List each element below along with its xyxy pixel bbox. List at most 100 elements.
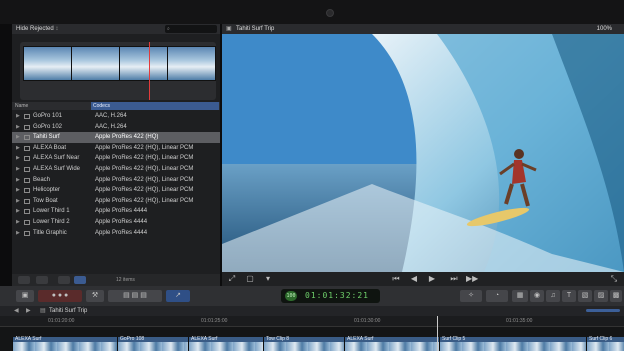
skimmer-playhead[interactable]	[149, 42, 150, 100]
clip-codec: AAC, H.264	[95, 113, 127, 119]
timeline-ruler[interactable]: 01:01:20:00 01:01:25:00 01:01:30:00 01:0…	[0, 316, 624, 327]
list-item[interactable]: ▶ Tow Boat Apple ProRes 422 (HQ), Linear P…	[12, 196, 220, 207]
disclosure-triangle-icon[interactable]: ▶	[16, 228, 20, 239]
filter-dropdown[interactable]: Hide Rejected ↕	[16, 24, 58, 34]
list-item[interactable]: ▶ Lower Third 2 Apple ProRes 4444	[12, 217, 220, 228]
timecode-display[interactable]: 100 01:01:32:21	[281, 289, 380, 303]
ruler-mark: 01:01:35:00	[506, 318, 533, 324]
clip-appearance-button[interactable]	[18, 276, 30, 284]
fullscreen-icon[interactable]: ⤡	[608, 274, 620, 284]
disclosure-triangle-icon[interactable]: ▶	[16, 175, 20, 186]
keyword-button[interactable]: ● ● ●	[38, 290, 82, 302]
previous-frame-icon[interactable]: ⏮	[390, 274, 402, 284]
next-frame-icon[interactable]: ⏭	[448, 274, 460, 284]
clip-name: ALEXA Boat	[33, 144, 67, 151]
list-view-button[interactable]	[58, 276, 70, 284]
forward-icon[interactable]: ▶▶	[466, 274, 478, 284]
timeline-clip[interactable]: Surf Clip 6	[586, 336, 624, 351]
forward-nav-icon[interactable]: ▶	[26, 306, 31, 316]
select-tool-button[interactable]: ↗	[166, 290, 190, 302]
gear-icon[interactable]	[36, 276, 48, 284]
enhance-button[interactable]: ✧	[460, 290, 482, 302]
viewer: ▣ Tahiti Surf Trip 100% ⤢ ▢ ▾ ⏮ ◀ ▶ ⏭ ▶▶…	[222, 24, 624, 286]
speed-button[interactable]: ◔	[486, 290, 508, 302]
play-icon[interactable]: ▶	[426, 274, 438, 284]
timeline-clip[interactable]: GoPro 108	[117, 336, 188, 351]
timeline-playhead[interactable]	[437, 316, 438, 351]
clip-codec: Apple ProRes 4444	[95, 208, 148, 215]
filmstrip-frame	[167, 46, 216, 81]
disclosure-triangle-icon[interactable]: ▶	[16, 196, 20, 207]
list-item[interactable]: ▶ ALEXA Surf Near Apple ProRes 422 (HQ), L…	[12, 153, 220, 164]
film-icon: ▣	[226, 26, 232, 32]
clip-codec: Apple ProRes 422 (HQ), Linear PCM	[95, 155, 194, 162]
list-item[interactable]: ▶ Lower Third 1 Apple ProRes 4444	[12, 206, 220, 217]
list-item[interactable]: ▶ Helicopter Apple ProRes 422 (HQ), Linear…	[12, 185, 220, 196]
list-item[interactable]: ▶ ALEXA Boat Apple ProRes 422 (HQ), Linear…	[12, 143, 220, 154]
disclosure-triangle-icon[interactable]: ▶	[16, 143, 20, 154]
search-icon: ⌕	[167, 26, 170, 32]
ruler-mark: 01:01:30:00	[354, 318, 381, 324]
viewer-header: ▣ Tahiti Surf Trip 100%	[222, 24, 624, 34]
transitions-icon[interactable]: ▩	[610, 290, 622, 302]
music-note-icon[interactable]: ♫	[546, 290, 560, 302]
camera-icon	[326, 9, 334, 17]
generators-icon[interactable]: ▧	[578, 290, 592, 302]
timeline-index-icon[interactable]: ▤	[40, 306, 46, 316]
zoom-slider[interactable]	[586, 309, 620, 312]
themes-icon[interactable]: ▨	[594, 290, 608, 302]
timeline-clip[interactable]: ALEXA Surf	[188, 336, 263, 351]
clip-codec: Apple ProRes 422 (HQ), Linear PCM	[95, 166, 194, 172]
disclosure-triangle-icon[interactable]: ▶	[16, 217, 20, 228]
key-icon[interactable]: ⚒	[86, 290, 104, 302]
list-item[interactable]: ▶ Tahiti Surf Apple ProRes 422 (HQ)	[12, 132, 220, 143]
filmstrip-frame	[23, 46, 72, 81]
rewind-icon[interactable]: ◀	[408, 274, 420, 284]
clip-thumbnails	[587, 342, 624, 351]
list-item[interactable]: ▶ GoPro 101 AAC, H.264	[12, 111, 220, 122]
clip-name: Tow Boat	[33, 197, 58, 204]
edit-buttons[interactable]: ▤ ▤ ▤	[108, 290, 162, 302]
list-item[interactable]: ▶ ALEXA Surf Wide Apple ProRes 422 (HQ), L…	[12, 164, 220, 175]
clip-codec: Apple ProRes 422 (HQ), Linear PCM	[95, 176, 194, 183]
disclosure-triangle-icon[interactable]: ▶	[16, 206, 20, 217]
clip-codec: AAC, H.264	[95, 123, 127, 130]
disclosure-triangle-icon[interactable]: ▶	[16, 164, 20, 175]
browser-footer: 12 items	[12, 274, 220, 286]
timeline-clip[interactable]: ALEXA Surf	[12, 336, 117, 351]
clip-filmstrip[interactable]	[20, 42, 216, 100]
clip-codec: Apple ProRes 422 (HQ)	[95, 134, 159, 141]
back-icon[interactable]: ◀	[14, 306, 19, 316]
clip-icon	[24, 220, 30, 225]
ruler-mark: 01:01:20:00	[48, 318, 75, 324]
clip-name: Lower Third 2	[33, 219, 70, 225]
effects-icon[interactable]: ▾	[262, 274, 274, 284]
timeline-clip[interactable]: Surf Clip 5	[439, 336, 586, 351]
codecs-column-header[interactable]: Codecs	[91, 102, 219, 110]
name-column-header[interactable]: Name	[15, 102, 28, 110]
zoom-level[interactable]: 100%	[597, 24, 612, 34]
timeline-clip[interactable]: Tow Clip 8	[263, 336, 344, 351]
list-item[interactable]: ▶ GoPro 102 AAC, H.264	[12, 122, 220, 133]
filmstrip-view-button[interactable]	[74, 276, 86, 284]
list-item[interactable]: ▶ Beach Apple ProRes 422 (HQ), Linear PCM	[12, 175, 220, 186]
disclosure-triangle-icon[interactable]: ▶	[16, 122, 20, 133]
clip-icon	[24, 156, 30, 162]
timeline-tracks[interactable]: ALEXA Surf GoPro 108 ALEXA Surf Tow Clip…	[0, 327, 624, 351]
list-item[interactable]: ▶ Title Graphic Apple ProRes 4444	[12, 228, 220, 239]
titles-icon[interactable]: T	[562, 290, 576, 302]
timeline-clip[interactable]: ALEXA Surf	[344, 336, 439, 351]
disclosure-triangle-icon[interactable]: ▶	[16, 111, 20, 122]
clip-codec: Apple ProRes 422 (HQ), Linear PCM	[95, 144, 194, 151]
effects-browser-icon[interactable]: ▦	[512, 290, 528, 302]
fit-icon[interactable]: ⤢	[226, 274, 238, 284]
search-field[interactable]: ⌕	[165, 25, 217, 33]
disclosure-triangle-icon[interactable]: ▶	[16, 185, 20, 196]
project-title: Tahiti Surf Trip	[49, 308, 88, 314]
ruler-mark: 01:01:25:00	[201, 318, 228, 324]
camera-browser-icon[interactable]: ◉	[530, 290, 544, 302]
transform-icon[interactable]: ▢	[244, 274, 256, 284]
media-import-button[interactable]: ▣	[16, 290, 34, 302]
disclosure-triangle-icon[interactable]: ▶	[16, 132, 20, 143]
disclosure-triangle-icon[interactable]: ▶	[16, 153, 20, 164]
